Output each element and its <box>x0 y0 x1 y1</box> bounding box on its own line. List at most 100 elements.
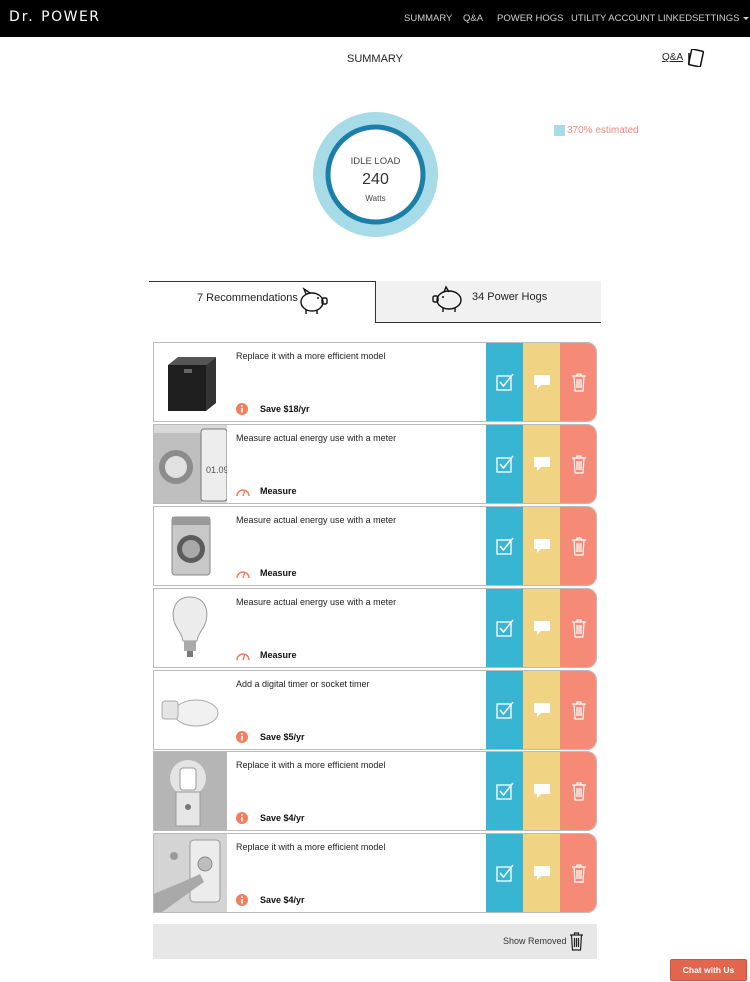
show-removed-bar[interactable]: Show Removed <box>153 924 597 959</box>
mark-done-button[interactable] <box>486 343 523 421</box>
speech-bubble-icon <box>533 539 550 553</box>
toilet-seat-thumbnail <box>154 671 227 749</box>
checkbox-icon <box>495 373 514 391</box>
comment-button[interactable] <box>523 425 560 503</box>
ups-device-thumbnail <box>154 343 227 421</box>
nav-qa[interactable]: Q&A <box>463 13 483 24</box>
delete-button[interactable] <box>560 589 596 667</box>
nav-utility-account[interactable]: UTILITY ACCOUNT LINKED <box>571 13 692 24</box>
recommendation-action: Measure <box>260 650 297 660</box>
recommendation-text: Replace it with a more efficient model <box>236 351 386 361</box>
meter-icon <box>236 571 250 579</box>
recommendation-action: Save $18/yr <box>260 404 310 414</box>
brand-logo[interactable]: Dr. POWER <box>9 9 101 25</box>
mark-done-button[interactable] <box>486 671 523 749</box>
info-icon <box>236 812 248 824</box>
recommendation-card: Replace it with a more efficient model S… <box>153 751 597 831</box>
comment-button[interactable] <box>523 752 560 830</box>
page-title: SUMMARY <box>346 53 404 65</box>
speech-bubble-icon <box>533 621 550 635</box>
checkbox-icon <box>495 864 514 882</box>
recommendation-text: Add a digital timer or socket timer <box>236 679 370 689</box>
mark-done-button[interactable] <box>486 752 523 830</box>
trash-icon <box>572 373 586 392</box>
speech-bubble-icon <box>533 784 550 798</box>
piggy-bank-icon <box>300 287 328 314</box>
meter-icon <box>236 653 250 661</box>
night-light-thumbnail <box>154 752 227 830</box>
trash-icon <box>572 782 586 801</box>
nav-settings[interactable]: SETTINGS <box>692 13 749 24</box>
idle-load-title: IDLE LOAD <box>350 156 401 167</box>
pig-icon <box>432 285 462 312</box>
trash-icon <box>572 619 586 638</box>
speech-bubble-icon <box>533 375 550 389</box>
tab-recommendations[interactable]: 7 Recommendations <box>149 281 376 323</box>
qa-link[interactable]: Q&A <box>662 52 683 63</box>
info-icon <box>236 403 248 415</box>
delete-button[interactable] <box>560 425 596 503</box>
speech-bubble-icon <box>533 457 550 471</box>
light-bulb-thumbnail <box>154 589 227 667</box>
delete-button[interactable] <box>560 752 596 830</box>
cards-icon[interactable] <box>686 49 706 67</box>
recommendation-action: Measure <box>260 568 297 578</box>
comment-button[interactable] <box>523 507 560 585</box>
recommendation-text: Measure actual energy use with a meter <box>236 597 397 607</box>
washing-machine-thumbnail <box>154 507 227 585</box>
tab-power-hogs-label: 34 Power Hogs <box>472 291 548 303</box>
comment-button[interactable] <box>523 671 560 749</box>
mark-done-button[interactable] <box>486 425 523 503</box>
nav-settings-label: SETTINGS <box>692 13 740 24</box>
recommendation-card: Measure actual energy use with a meter M… <box>153 506 597 586</box>
trash-icon <box>572 864 586 883</box>
recommendation-card: Replace it with a more efficient model S… <box>153 342 597 422</box>
recommendation-text: Measure actual energy use with a meter <box>236 515 397 525</box>
tab-recommendations-label: 7 Recommendations <box>197 292 298 304</box>
doorbell-thumbnail <box>154 834 227 912</box>
tab-bar: 7 Recommendations 34 Power Hogs <box>149 281 601 323</box>
delete-button[interactable] <box>560 507 596 585</box>
brand-suffix: POWER <box>41 9 101 25</box>
recommendation-text: Replace it with a more efficient model <box>236 760 386 770</box>
recommendation-action: Measure <box>260 486 297 496</box>
top-navbar: Dr. POWER SUMMARY Q&A POWER HOGS UTILITY… <box>0 0 750 37</box>
speech-bubble-icon <box>533 703 550 717</box>
comment-button[interactable] <box>523 834 560 912</box>
mark-done-button[interactable] <box>486 507 523 585</box>
info-icon <box>236 894 248 906</box>
checkbox-icon <box>495 782 514 800</box>
recommendation-card: Add a digital timer or socket timer Save… <box>153 670 597 750</box>
trash-icon <box>572 701 586 720</box>
delete-button[interactable] <box>560 834 596 912</box>
checkbox-icon <box>495 537 514 555</box>
recommendation-text: Replace it with a more efficient model <box>236 842 386 852</box>
chat-with-us-button[interactable]: Chat with Us <box>670 959 747 981</box>
recommendation-action: Save $4/yr <box>260 813 305 823</box>
mark-done-button[interactable] <box>486 589 523 667</box>
nav-power-hogs[interactable]: POWER HOGS <box>497 13 564 24</box>
trash-icon <box>572 537 586 556</box>
idle-load-unit: Watts <box>365 194 386 203</box>
recommendation-text: Measure actual energy use with a meter <box>236 433 397 443</box>
comment-button[interactable] <box>523 343 560 421</box>
brand-prefix: Dr. <box>9 9 35 25</box>
speech-bubble-icon <box>533 866 550 880</box>
recommendation-card: Replace it with a more efficient model S… <box>153 833 597 913</box>
tab-power-hogs[interactable]: 34 Power Hogs <box>376 281 601 323</box>
checkbox-icon <box>495 619 514 637</box>
mark-done-button[interactable] <box>486 834 523 912</box>
trash-icon[interactable] <box>569 931 584 951</box>
meter-icon <box>236 489 250 497</box>
delete-button[interactable] <box>560 671 596 749</box>
comment-button[interactable] <box>523 589 560 667</box>
caret-down-icon <box>742 16 749 20</box>
trash-icon <box>572 455 586 474</box>
washer-and-phone-thumbnail: 01.09 <box>154 425 227 503</box>
nav-summary[interactable]: SUMMARY <box>404 13 452 24</box>
recommendation-action: Save $4/yr <box>260 895 305 905</box>
recommendation-card: 01.09 Measure actual energy use with a m… <box>153 424 597 504</box>
delete-button[interactable] <box>560 343 596 421</box>
show-removed-label: Show Removed <box>503 936 567 946</box>
legend-label: 370% estimated <box>567 125 639 136</box>
